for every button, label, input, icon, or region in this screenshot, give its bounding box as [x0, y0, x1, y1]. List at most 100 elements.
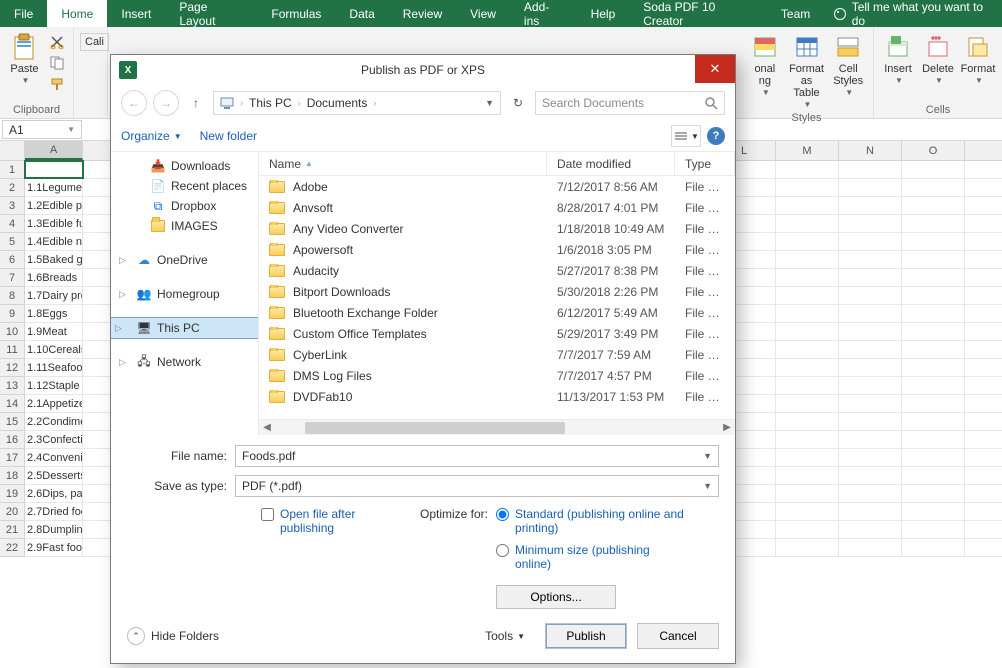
- col-header-M[interactable]: M: [776, 141, 839, 160]
- cell-M6[interactable]: [776, 251, 839, 268]
- cell-N12[interactable]: [839, 359, 902, 376]
- cell-A20[interactable]: 2.7Dried food: [25, 503, 83, 520]
- tab-help[interactable]: Help: [577, 0, 630, 27]
- cell-N3[interactable]: [839, 197, 902, 214]
- cell-A15[interactable]: 2.2Condimen: [25, 413, 83, 430]
- file-name-input[interactable]: Foods.pdf▼: [235, 445, 719, 467]
- cell-M1[interactable]: [776, 161, 839, 178]
- cell-A11[interactable]: 1.10Cereals: [25, 341, 83, 358]
- nav-forward-button[interactable]: →: [153, 90, 179, 116]
- cell-M21[interactable]: [776, 521, 839, 538]
- cell-A22[interactable]: 2.9Fast food: [25, 539, 83, 556]
- tree-recent[interactable]: 📄Recent places: [111, 176, 258, 196]
- cell-N15[interactable]: [839, 413, 902, 430]
- file-row[interactable]: Adobe7/12/2017 8:56 AMFile Folde: [259, 176, 735, 197]
- cell-A12[interactable]: 1.11Seafood: [25, 359, 83, 376]
- breadcrumb-documents[interactable]: Documents: [307, 96, 368, 110]
- cell-N21[interactable]: [839, 521, 902, 538]
- cell-N18[interactable]: [839, 467, 902, 484]
- breadcrumb-thispc[interactable]: This PC: [249, 96, 292, 110]
- row-header-9[interactable]: 9: [0, 305, 25, 323]
- tell-me-search[interactable]: Tell me what you want to do: [824, 0, 1002, 27]
- cell-N10[interactable]: [839, 323, 902, 340]
- address-bar[interactable]: › This PC › Documents › ▼: [213, 91, 501, 115]
- row-header-20[interactable]: 20: [0, 503, 25, 521]
- row-header-19[interactable]: 19: [0, 485, 25, 503]
- row-header-21[interactable]: 21: [0, 521, 25, 539]
- tab-team[interactable]: Team: [767, 0, 824, 27]
- tree-network[interactable]: ▷🖧Network: [111, 352, 258, 372]
- select-all-corner[interactable]: [0, 141, 25, 160]
- tab-file[interactable]: File: [0, 0, 47, 27]
- tree-thispc[interactable]: ▷🖥This PC: [111, 318, 258, 338]
- row-header-17[interactable]: 17: [0, 449, 25, 467]
- cell-A16[interactable]: 2.3Confectio: [25, 431, 83, 448]
- organize-button[interactable]: Organize▼: [121, 129, 182, 143]
- cell-A3[interactable]: 1.2Edible pla: [25, 197, 83, 214]
- row-header-3[interactable]: 3: [0, 197, 25, 215]
- tree-onedrive[interactable]: ▷☁OneDrive: [111, 250, 258, 270]
- cell-N4[interactable]: [839, 215, 902, 232]
- format-painter-button[interactable]: [47, 75, 67, 93]
- cell-A21[interactable]: 2.8Dumplings: [25, 521, 83, 538]
- cell-N14[interactable]: [839, 395, 902, 412]
- tools-button[interactable]: Tools▼: [485, 629, 525, 643]
- tree-images[interactable]: IMAGES: [111, 216, 258, 236]
- cell-O14[interactable]: [902, 395, 965, 412]
- cell-M7[interactable]: [776, 269, 839, 286]
- col-header-N[interactable]: N: [839, 141, 902, 160]
- new-folder-button[interactable]: New folder: [200, 129, 257, 143]
- cell-M18[interactable]: [776, 467, 839, 484]
- paste-button[interactable]: Paste ▼: [6, 29, 43, 86]
- cell-N7[interactable]: [839, 269, 902, 286]
- expander-icon[interactable]: ▷: [115, 323, 122, 334]
- cell-O16[interactable]: [902, 431, 965, 448]
- cell-N17[interactable]: [839, 449, 902, 466]
- cell-O2[interactable]: [902, 179, 965, 196]
- name-box[interactable]: A1▼: [2, 120, 82, 139]
- chevron-down-icon[interactable]: ▼: [703, 451, 712, 461]
- cell-M3[interactable]: [776, 197, 839, 214]
- cell-O1[interactable]: [902, 161, 965, 178]
- cell-A7[interactable]: 1.6Breads: [25, 269, 83, 286]
- nav-back-button[interactable]: ←: [121, 90, 147, 116]
- optimize-minimum-radio[interactable]: Minimum size (publishing online): [496, 543, 685, 571]
- row-header-4[interactable]: 4: [0, 215, 25, 233]
- cell-M10[interactable]: [776, 323, 839, 340]
- cell-N8[interactable]: [839, 287, 902, 304]
- tree-downloads[interactable]: 📥Downloads: [111, 156, 258, 176]
- cell-O4[interactable]: [902, 215, 965, 232]
- cell-M20[interactable]: [776, 503, 839, 520]
- row-header-5[interactable]: 5: [0, 233, 25, 251]
- cell-A19[interactable]: 2.6Dips, past: [25, 485, 83, 502]
- chevron-down-icon[interactable]: ▼: [485, 98, 494, 108]
- row-header-2[interactable]: 2: [0, 179, 25, 197]
- cell-O19[interactable]: [902, 485, 965, 502]
- row-header-12[interactable]: 12: [0, 359, 25, 377]
- row-header-11[interactable]: 11: [0, 341, 25, 359]
- row-header-13[interactable]: 13: [0, 377, 25, 395]
- row-header-16[interactable]: 16: [0, 431, 25, 449]
- view-mode-button[interactable]: ▼: [671, 125, 701, 147]
- tab-formulas[interactable]: Formulas: [257, 0, 335, 27]
- conditional-formatting-button[interactable]: onal ng▼: [746, 29, 784, 98]
- cell-O21[interactable]: [902, 521, 965, 538]
- cell-A13[interactable]: 1.12Staple fo: [25, 377, 83, 394]
- cell-A6[interactable]: 1.5Baked goo: [25, 251, 83, 268]
- cell-M5[interactable]: [776, 233, 839, 250]
- tab-add-ins[interactable]: Add-ins: [510, 0, 577, 27]
- row-header-8[interactable]: 8: [0, 287, 25, 305]
- cell-N19[interactable]: [839, 485, 902, 502]
- refresh-button[interactable]: ↻: [507, 92, 529, 114]
- row-header-22[interactable]: 22: [0, 539, 25, 557]
- cell-A10[interactable]: 1.9Meat: [25, 323, 83, 340]
- cell-N6[interactable]: [839, 251, 902, 268]
- header-name[interactable]: Name▲: [259, 152, 547, 175]
- cancel-button[interactable]: Cancel: [637, 623, 719, 649]
- row-header-7[interactable]: 7: [0, 269, 25, 287]
- search-input[interactable]: Search Documents: [535, 91, 725, 115]
- cell-O22[interactable]: [902, 539, 965, 556]
- cell-M15[interactable]: [776, 413, 839, 430]
- cell-M8[interactable]: [776, 287, 839, 304]
- save-type-select[interactable]: PDF (*.pdf)▼: [235, 475, 719, 497]
